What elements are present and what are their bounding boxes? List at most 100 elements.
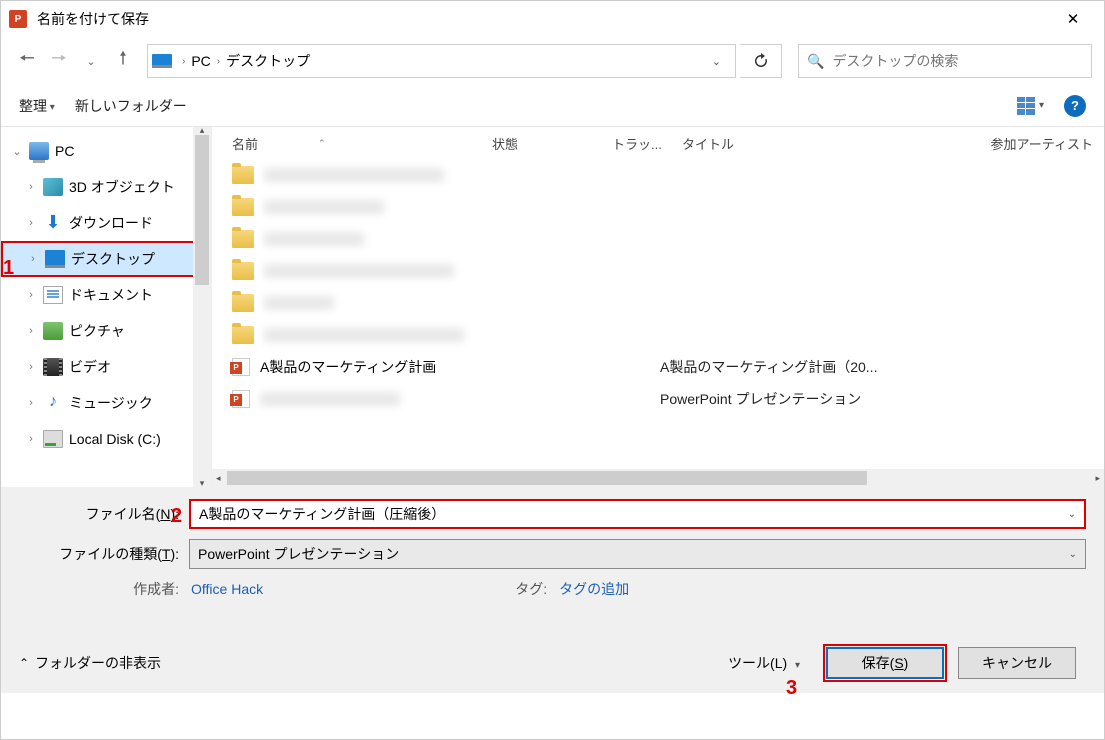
chevron-down-icon: ▾ [795,660,800,671]
address-bar[interactable]: › PC › デスクトップ ⌄ [147,44,736,78]
tree-item-localdisk[interactable]: › Local Disk (C:) [1,421,211,457]
view-mode-button[interactable]: ▾ [1017,97,1044,115]
save-button[interactable]: 保存(S) [826,647,944,679]
col-state[interactable]: 状態 [492,134,612,153]
crumb-desktop[interactable]: デスクトップ [222,51,314,71]
tag-label: タグ: [507,579,547,599]
file-row-folder[interactable] [232,255,1104,287]
tag-value[interactable]: タグの追加 [559,579,629,599]
folder-tree: ⌄ PC › 3D オブジェクト › ⬇ ダウンロード › デスクトップ › ド… [1,127,211,487]
col-name[interactable]: 名前⌃ [232,134,492,153]
chevron-down-icon: ▾ [1039,100,1044,111]
file-row-ppt[interactable]: A製品のマーケティング計画 A製品のマーケティング計画（20... [232,351,1104,383]
scrollbar-thumb[interactable] [195,135,209,285]
cancel-button[interactable]: キャンセル [958,647,1076,679]
filetype-select[interactable]: PowerPoint プレゼンテーション ⌄ [189,539,1086,569]
folder-icon [232,294,254,312]
address-dropdown-icon[interactable]: ⌄ [702,55,731,68]
desktop-icon [45,250,65,268]
tree-item-3d[interactable]: › 3D オブジェクト [1,169,211,205]
folder-icon [232,166,254,184]
author-value[interactable]: Office Hack [191,581,263,597]
tree-item-pc[interactable]: ⌄ PC [1,133,211,169]
new-folder-button[interactable]: 新しいフォルダー [75,96,187,116]
hide-folders-label: フォルダーの非表示 [35,653,161,673]
file-row-folder[interactable] [232,287,1104,319]
expand-icon[interactable]: › [25,397,37,409]
folder-icon [232,326,254,344]
tree-item-downloads[interactable]: › ⬇ ダウンロード [1,205,211,241]
tree-label: ミュージック [69,393,153,413]
tree-scrollbar[interactable] [193,127,211,487]
search-icon: 🔍 [807,53,824,70]
tree-item-music[interactable]: › ♪ ミュージック [1,385,211,421]
file-row-ppt[interactable]: PowerPoint プレゼンテーション [232,383,1104,415]
redacted-name [264,296,334,310]
dialog-title: 名前を付けて保存 [37,9,149,29]
titlebar: P 名前を付けて保存 ✕ [1,1,1104,37]
refresh-icon [753,53,769,69]
tree-label: 3D オブジェクト [69,177,175,197]
expand-icon[interactable]: › [27,253,39,265]
search-input[interactable]: 🔍 デスクトップの検索 [798,44,1092,78]
back-button[interactable]: 🠔 [13,47,41,75]
history-dropdown[interactable]: ⌄ [77,47,105,75]
redacted-name [264,264,454,278]
tree-item-pictures[interactable]: › ピクチャ [1,313,211,349]
close-button[interactable]: ✕ [1050,1,1096,37]
author-label: 作成者: [119,579,179,599]
navbar: 🠔 🠖 ⌄ 🠕 › PC › デスクトップ ⌄ 🔍 デスクトップの検索 [1,37,1104,85]
col-artist[interactable]: 参加アーティスト [962,134,1104,153]
downloads-icon: ⬇ [43,214,63,232]
file-row-folder[interactable] [232,319,1104,351]
crumb-sep-icon: › [215,56,222,67]
forward-button[interactable]: 🠖 [45,47,73,75]
powerpoint-file-icon [232,358,250,376]
tree-item-documents[interactable]: › ドキュメント [1,277,211,313]
tree-item-desktop[interactable]: › デスクトップ [1,241,211,277]
expand-icon[interactable]: › [25,181,37,193]
3d-objects-icon [43,178,63,196]
crumb-pc[interactable]: PC [187,53,214,69]
powerpoint-file-icon [232,390,250,408]
scrollbar-thumb[interactable] [227,471,867,485]
hide-folders-toggle[interactable]: ⌃ フォルダーの非表示 [19,653,161,673]
file-row-folder[interactable] [232,191,1104,223]
expand-icon[interactable]: › [25,289,37,301]
filename-value: A製品のマーケティング計画（圧縮後） [199,504,445,524]
file-row-folder[interactable] [232,159,1104,191]
expand-icon[interactable]: › [25,361,37,373]
annotation-2: 2 [171,505,182,528]
filename-input[interactable]: A製品のマーケティング計画（圧縮後） ⌄ [189,499,1086,529]
collapse-icon[interactable]: ⌄ [11,145,23,158]
tools-menu[interactable]: ツール(L) ▾ [728,653,800,673]
expand-icon[interactable]: › [25,217,37,229]
file-row-folder[interactable] [232,223,1104,255]
refresh-button[interactable] [740,44,782,78]
horizontal-scrollbar[interactable] [212,469,1104,487]
disk-icon [43,430,63,448]
help-button[interactable]: ? [1064,95,1086,117]
powerpoint-icon: P [9,10,27,28]
organize-menu[interactable]: 整理 [19,96,55,116]
search-placeholder: デスクトップの検索 [832,51,958,71]
file-title: A製品のマーケティング計画（20... [660,357,940,377]
expand-icon[interactable]: › [25,325,37,337]
location-icon [152,54,172,68]
redacted-name [264,328,464,342]
tree-label: ピクチャ [69,321,125,341]
crumb-sep-icon: › [180,56,187,67]
up-button[interactable]: 🠕 [109,47,137,75]
tree-label: ダウンロード [69,213,153,233]
chevron-down-icon[interactable]: ⌄ [1068,509,1076,520]
tree-item-videos[interactable]: › ビデオ [1,349,211,385]
expand-icon[interactable]: › [25,433,37,445]
chevron-down-icon[interactable]: ⌄ [1069,549,1077,560]
videos-icon [43,358,63,376]
pc-icon [29,142,49,160]
col-title[interactable]: タイトル [682,134,962,153]
file-name: A製品のマーケティング計画 [260,357,510,377]
filetype-value: PowerPoint プレゼンテーション [198,544,399,564]
pictures-icon [43,322,63,340]
col-track[interactable]: トラッ... [612,134,682,153]
